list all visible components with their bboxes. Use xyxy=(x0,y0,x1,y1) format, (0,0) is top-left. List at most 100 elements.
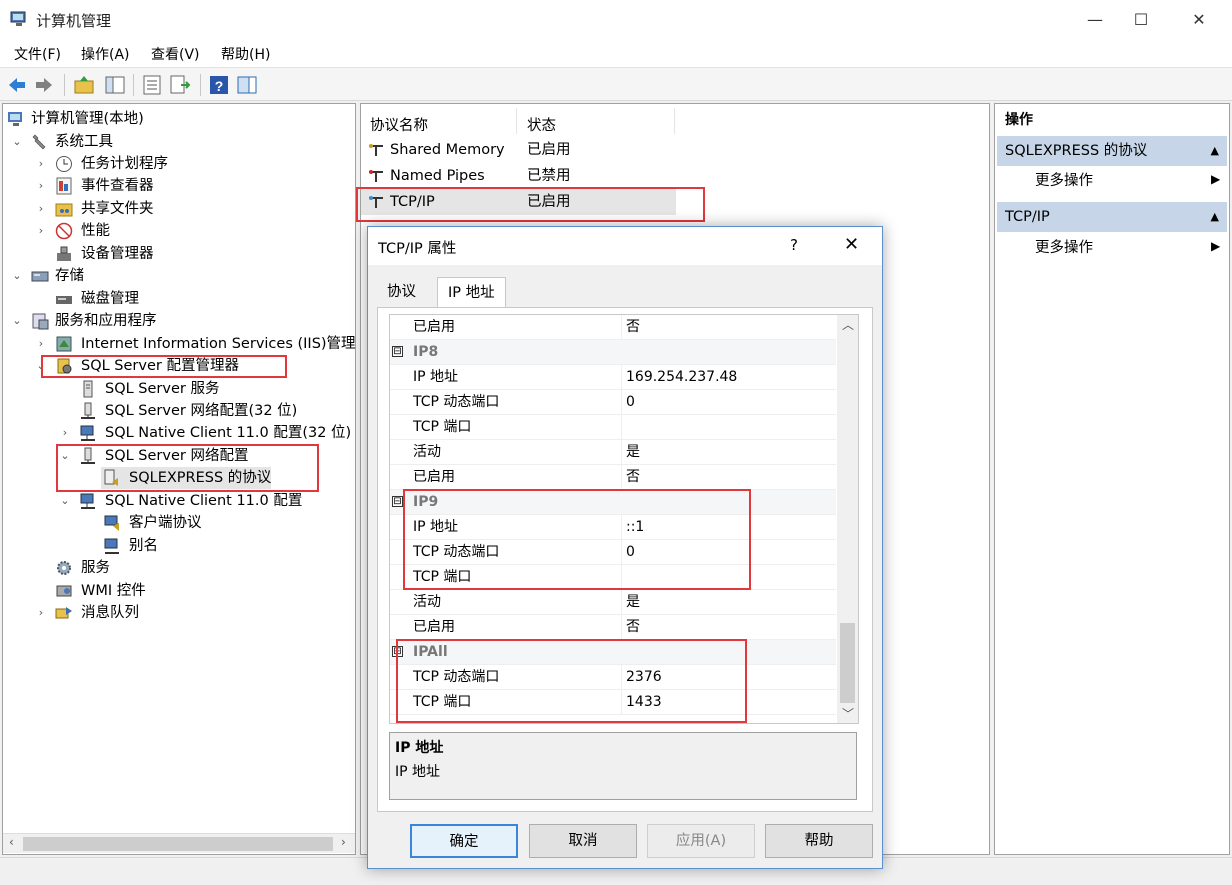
export-list-icon[interactable] xyxy=(169,74,191,96)
tree-item-performance[interactable]: 性能 xyxy=(55,220,110,242)
column-header-name[interactable]: 协议名称 xyxy=(370,114,428,135)
tree-item-sql-services[interactable]: SQL Server 服务 xyxy=(79,378,219,400)
tree-item-storage[interactable]: 存储 xyxy=(31,265,84,287)
list-item[interactable]: Named Pipes 已禁用 xyxy=(361,163,676,189)
tree-item-services[interactable]: 服务 xyxy=(55,557,110,579)
column-divider xyxy=(516,108,517,134)
property-row[interactable]: TCP 动态端口 0 xyxy=(390,390,836,415)
highlight-box xyxy=(41,355,287,378)
expand-arrow-icon[interactable]: › xyxy=(35,333,47,355)
action-pane-icon[interactable] xyxy=(236,74,258,96)
collapse-arrow-icon[interactable]: ⌄ xyxy=(11,131,23,153)
collapse-expander-icon[interactable]: ⊟ xyxy=(392,346,403,357)
menu-file[interactable]: 文件(F) xyxy=(14,44,61,64)
column-divider xyxy=(621,615,622,640)
property-row[interactable]: 已启用 否 xyxy=(390,615,836,640)
column-divider xyxy=(621,465,622,490)
scrollbar-thumb[interactable] xyxy=(23,837,333,851)
tree-label: Internet Information Services (IIS)管理器 xyxy=(81,336,356,352)
property-value: 是 xyxy=(626,444,640,460)
wmi-icon xyxy=(56,585,72,597)
tree-item-shared-folders[interactable]: 共享文件夹 xyxy=(55,198,154,220)
scroll-left-icon[interactable]: ‹ xyxy=(9,835,14,849)
tree-item-event-viewer[interactable]: 事件查看器 xyxy=(55,175,154,197)
property-grid-scrollbar[interactable]: ︿ ﹀ xyxy=(837,315,858,723)
dialog-close-button[interactable]: ✕ xyxy=(844,234,859,255)
show-hide-tree-icon[interactable] xyxy=(104,74,126,96)
tree-item-task-scheduler[interactable]: 任务计划程序 xyxy=(55,153,168,175)
menu-view[interactable]: 查看(V) xyxy=(151,44,200,64)
collapse-arrow-icon[interactable]: ⌄ xyxy=(59,490,71,512)
tree-item-client-protocols[interactable]: 客户端协议 xyxy=(103,512,202,534)
expand-arrow-icon[interactable]: › xyxy=(35,175,47,197)
tree-item-device-manager[interactable]: 设备管理器 xyxy=(55,243,154,265)
ok-button[interactable]: 确定 xyxy=(410,824,518,858)
tree-item-wmi[interactable]: WMI 控件 xyxy=(55,580,146,602)
tree-item-services-apps[interactable]: 服务和应用程序 xyxy=(31,310,157,332)
property-name: 已启用 xyxy=(413,469,455,485)
dialog-help-button[interactable]: ? xyxy=(790,236,798,254)
forward-icon[interactable] xyxy=(33,74,55,96)
collapse-triangle-icon[interactable]: ▲ xyxy=(1211,136,1219,166)
scrollbar-thumb[interactable] xyxy=(840,623,855,703)
tree-item-iis[interactable]: Internet Information Services (IIS)管理器 xyxy=(55,333,356,355)
maximize-button[interactable]: ☐ xyxy=(1118,0,1164,40)
actions-section-tcpip[interactable]: TCP/IP ▲ xyxy=(997,202,1227,232)
property-row[interactable]: IP 地址 169.254.237.48 xyxy=(390,365,836,390)
more-actions-link[interactable]: 更多操作 xyxy=(1035,169,1093,193)
tree-label: 消息队列 xyxy=(81,605,139,621)
menu-help[interactable]: 帮助(H) xyxy=(221,44,270,64)
property-row[interactable]: 已启用 否 xyxy=(390,315,836,340)
collapse-arrow-icon[interactable]: ⌄ xyxy=(11,265,23,287)
tree-item-aliases[interactable]: 别名 xyxy=(103,535,158,557)
scroll-up-icon[interactable]: ︿ xyxy=(842,316,854,333)
column-header-status[interactable]: 状态 xyxy=(527,114,556,135)
more-actions-link[interactable]: 更多操作 xyxy=(1035,236,1093,260)
help-icon[interactable]: ? xyxy=(208,74,230,96)
minimize-button[interactable]: — xyxy=(1072,0,1118,40)
property-name: TCP 端口 xyxy=(413,419,472,435)
collapse-arrow-icon[interactable]: ⌄ xyxy=(11,310,23,332)
property-row[interactable]: 活动 是 xyxy=(390,590,836,615)
properties-icon[interactable] xyxy=(141,74,163,96)
expand-arrow-icon[interactable]: › xyxy=(59,422,71,444)
actions-section-protocols[interactable]: SQLEXPRESS 的协议 ▲ xyxy=(997,136,1227,166)
help-button[interactable]: 帮助 xyxy=(765,824,873,858)
up-folder-icon[interactable] xyxy=(73,74,95,96)
column-divider xyxy=(621,315,622,340)
expand-arrow-icon[interactable]: › xyxy=(35,602,47,624)
tree-item-native-client-32[interactable]: SQL Native Client 11.0 配置(32 位) xyxy=(79,422,351,444)
tree-item-sql-net-32[interactable]: SQL Server 网络配置(32 位) xyxy=(79,400,297,422)
category-row-ip8[interactable]: ⊟ IP8 xyxy=(390,340,836,365)
collapse-triangle-icon[interactable]: ▲ xyxy=(1211,202,1219,232)
client-config-icon xyxy=(80,425,95,441)
expand-arrow-icon[interactable]: › xyxy=(35,198,47,220)
scroll-down-icon[interactable]: ﹀ xyxy=(842,705,854,722)
list-item[interactable]: Shared Memory 已启用 xyxy=(361,137,676,163)
scroll-right-icon[interactable]: › xyxy=(341,835,346,849)
protocol-status: 已启用 xyxy=(527,142,571,158)
tree-item-root[interactable]: 计算机管理(本地) xyxy=(7,108,144,130)
tree-label: 磁盘管理 xyxy=(81,291,139,307)
expand-arrow-icon[interactable]: › xyxy=(35,220,47,242)
expand-arrow-icon[interactable]: › xyxy=(35,153,47,175)
property-row[interactable]: TCP 端口 xyxy=(390,415,836,440)
collapse-expander-icon[interactable]: ⊟ xyxy=(392,496,403,507)
tree-item-disk-management[interactable]: 磁盘管理 xyxy=(55,288,139,310)
cancel-button[interactable]: 取消 xyxy=(529,824,637,858)
tab-protocol[interactable]: 协议 xyxy=(377,277,426,307)
tree-label: WMI 控件 xyxy=(81,583,146,599)
property-row[interactable]: 已启用 否 xyxy=(390,465,836,490)
window-title: 计算机管理 xyxy=(36,12,112,30)
menu-action[interactable]: 操作(A) xyxy=(81,44,130,64)
tree-item-native-client[interactable]: SQL Native Client 11.0 配置 xyxy=(79,490,302,512)
tree-item-message-queue[interactable]: 消息队列 xyxy=(55,602,139,624)
apply-button[interactable]: 应用(A) xyxy=(647,824,755,858)
tree-item-system-tools[interactable]: 系统工具 xyxy=(31,131,113,153)
tab-ip-address[interactable]: IP 地址 xyxy=(437,277,506,307)
back-icon[interactable] xyxy=(6,74,28,96)
close-button[interactable]: ✕ xyxy=(1176,0,1222,40)
tree-horizontal-scrollbar[interactable]: ‹ › xyxy=(3,833,355,853)
property-row[interactable]: 活动 是 xyxy=(390,440,836,465)
actions-header: 操作 xyxy=(1005,112,1033,128)
